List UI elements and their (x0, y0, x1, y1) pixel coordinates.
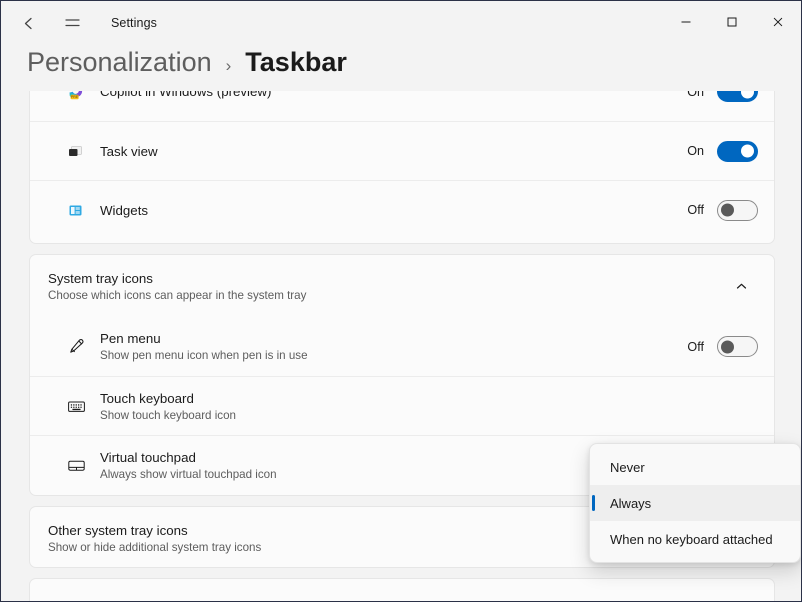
toggle-knob (721, 203, 734, 217)
setting-row-touch-keyboard[interactable]: Touch keyboard Show touch keyboard icon (30, 376, 774, 435)
flyout-option-label: Never (610, 459, 645, 475)
setting-title: Task view (100, 143, 158, 159)
widgets-toggle[interactable] (717, 199, 758, 221)
hamburger-menu-button[interactable] (55, 6, 89, 40)
system-tray-expander-header[interactable]: System tray icons Choose which icons can… (30, 255, 774, 317)
toggle-knob (721, 340, 734, 353)
taskbar-behaviors-expander-header[interactable]: Taskbar behaviors (30, 579, 774, 601)
minimize-icon (680, 16, 692, 31)
setting-title: Widgets (100, 202, 149, 218)
setting-labels: Copilot in Windows (preview) (100, 91, 687, 100)
taskbar-behaviors-card[interactable]: Taskbar behaviors (29, 578, 775, 601)
flyout-option-label: Always (610, 495, 652, 511)
maximize-icon (726, 16, 738, 31)
setting-control: Off (687, 199, 758, 221)
setting-labels: Touch keyboard Show touch keyboard icon (100, 390, 758, 423)
pen-menu-toggle[interactable] (717, 336, 758, 357)
toggle-state-label: On (687, 144, 704, 158)
settings-window: Settings Personalization › Taskbar PRE C… (0, 0, 802, 602)
setting-title: Copilot in Windows (preview) (100, 91, 272, 99)
task-view-toggle[interactable] (717, 140, 758, 162)
setting-control: On (687, 91, 758, 102)
setting-row-pen-menu[interactable]: Pen menu Show pen menu icon when pen is … (30, 317, 774, 376)
widgets-icon (66, 201, 100, 220)
expander-subtitle: Choose which icons can appear in the sys… (48, 288, 307, 302)
setting-labels: Pen menu Show pen menu icon when pen is … (100, 330, 687, 363)
close-icon (772, 16, 784, 31)
svg-text:PRE: PRE (71, 95, 79, 99)
toggle-state-label: On (687, 91, 704, 99)
toggle-knob (741, 144, 754, 158)
touch-keyboard-icon (66, 396, 100, 417)
expander-title: System tray icons (48, 270, 153, 286)
back-button[interactable] (11, 6, 45, 40)
copilot-icon: PRE (66, 91, 100, 101)
expander-labels: System tray icons Choose which icons can… (48, 270, 728, 303)
flyout-option-when-no-keyboard-attached[interactable]: When no keyboard attached (590, 521, 800, 557)
setting-control: Off (687, 336, 758, 357)
title-bar: Settings (1, 1, 801, 45)
setting-labels: Widgets (100, 202, 687, 219)
setting-labels: Task view (100, 143, 687, 160)
copilot-toggle[interactable] (717, 91, 758, 102)
close-button[interactable] (755, 1, 801, 45)
task-view-icon (66, 142, 100, 161)
pen-icon (66, 336, 100, 357)
setting-row-task-view[interactable]: Task view On (30, 121, 774, 180)
taskbar-items-card: PRE Copilot in Windows (preview) On Task… (29, 91, 775, 244)
breadcrumb: Personalization › Taskbar (1, 45, 801, 91)
app-title: Settings (111, 16, 157, 30)
flyout-option-always[interactable]: Always (590, 485, 800, 521)
hamburger-menu-icon (64, 16, 81, 30)
page-title: Taskbar (245, 47, 347, 77)
setting-description: Show pen menu icon when pen is in use (100, 349, 308, 362)
setting-row-widgets[interactable]: Widgets Off (30, 180, 774, 239)
setting-control: On (687, 140, 758, 162)
toggle-state-label: Off (687, 203, 704, 217)
settings-scroll-area[interactable]: PRE Copilot in Windows (preview) On Task… (1, 91, 801, 601)
breadcrumb-separator-icon: › (225, 56, 232, 75)
toggle-knob (741, 91, 754, 98)
virtual-touchpad-icon (66, 455, 100, 476)
touch-keyboard-dropdown-flyout[interactable]: Never Always When no keyboard attached (589, 443, 801, 563)
toggle-state-label: Off (687, 339, 704, 354)
breadcrumb-parent-link[interactable]: Personalization (27, 47, 212, 78)
flyout-option-label: When no keyboard attached (610, 531, 773, 547)
window-controls (663, 1, 801, 45)
flyout-option-never[interactable]: Never (590, 449, 800, 485)
back-arrow-icon (20, 15, 37, 32)
setting-row-copilot[interactable]: PRE Copilot in Windows (preview) On (30, 91, 774, 121)
chevron-up-icon[interactable] (728, 273, 754, 299)
setting-description: Show touch keyboard icon (100, 408, 236, 422)
setting-title: Pen menu (100, 331, 161, 346)
minimize-button[interactable] (663, 1, 709, 45)
setting-title: Touch keyboard (100, 390, 194, 406)
maximize-button[interactable] (709, 1, 755, 45)
